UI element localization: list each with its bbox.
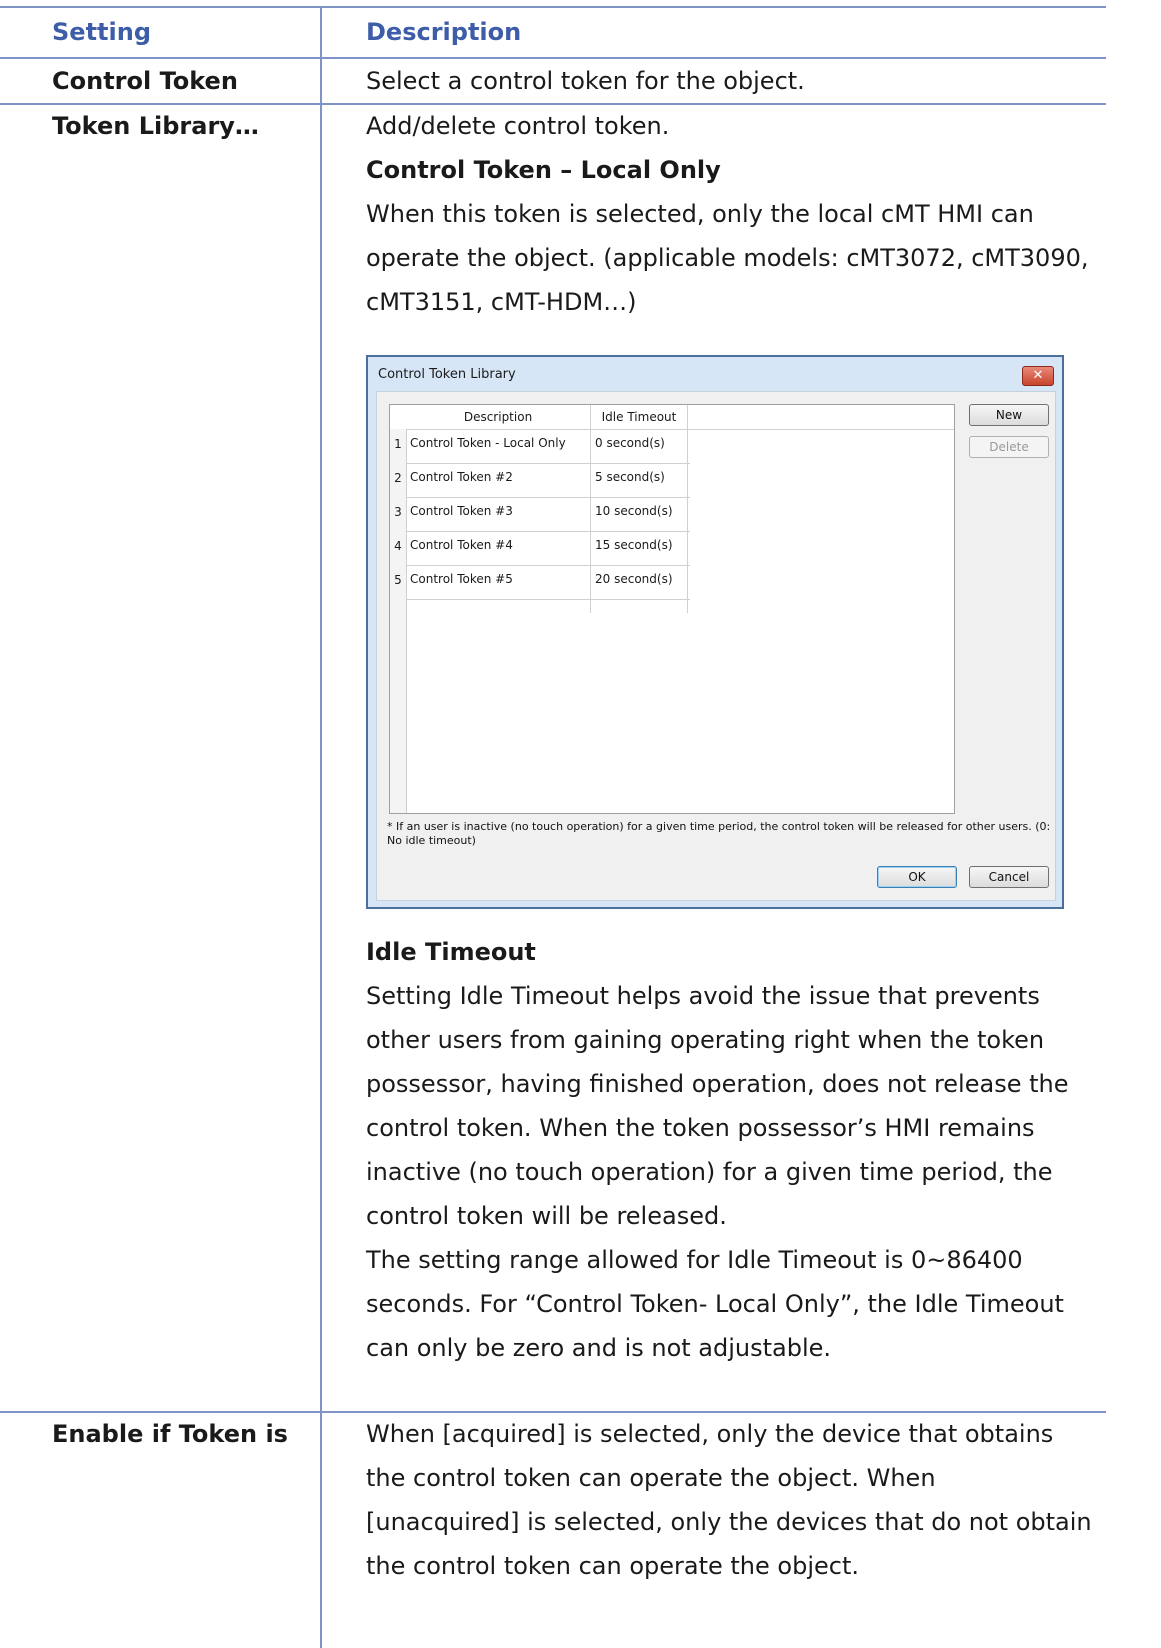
close-icon[interactable]: ✕: [1022, 366, 1054, 386]
description-control-token: Select a control token for the object.: [366, 67, 805, 95]
grid-column-line: [687, 405, 688, 613]
column-header-idle-timeout: Idle Timeout: [591, 405, 687, 430]
token-description[interactable]: Control Token #4: [410, 538, 513, 552]
token-timeout[interactable]: 0 second(s): [595, 436, 665, 450]
token-timeout[interactable]: 15 second(s): [595, 538, 673, 552]
dialog-body: Description Idle Timeout 1 Control Token…: [376, 391, 1056, 901]
row-number: 4: [394, 539, 402, 553]
new-button[interactable]: New: [969, 404, 1049, 426]
dialog-note: * If an user is inactive (no touch opera…: [387, 820, 1051, 847]
control-token-library-dialog: Control Token Library ✕ Description Idle…: [366, 355, 1064, 909]
grid-row-line: [406, 531, 690, 532]
paragraph-idle-timeout: Setting Idle Timeout helps avoid the iss…: [366, 982, 1069, 1230]
grid-row-line: [406, 565, 690, 566]
dialog-title: Control Token Library: [378, 367, 516, 382]
row-number: 3: [394, 505, 402, 519]
row-number: 2: [394, 471, 402, 485]
subheading-idle-timeout: Idle Timeout: [366, 938, 536, 966]
row-number: 5: [394, 573, 402, 587]
paragraph-local-only: When this token is selected, only the lo…: [366, 200, 1089, 316]
token-description[interactable]: Control Token #3: [410, 504, 513, 518]
token-timeout[interactable]: 10 second(s): [595, 504, 673, 518]
grid-row-line: [406, 599, 690, 600]
row-number-column: [390, 429, 407, 813]
table-top-border: [0, 6, 1106, 8]
grid-row-line: [406, 463, 690, 464]
row-number: 1: [394, 437, 402, 451]
description-token-library-bottom: Idle Timeout Setting Idle Timeout helps …: [366, 930, 1096, 1370]
column-header-empty: [688, 405, 954, 430]
token-timeout[interactable]: 5 second(s): [595, 470, 665, 484]
ok-button[interactable]: OK: [877, 866, 957, 888]
grid-column-line: [590, 405, 591, 613]
token-description[interactable]: Control Token #5: [410, 572, 513, 586]
setting-control-token: Control Token: [52, 67, 238, 95]
token-timeout[interactable]: 20 second(s): [595, 572, 673, 586]
description-token-library-top: Add/delete control token. Control Token …: [366, 104, 1096, 324]
header-setting: Setting: [52, 18, 151, 46]
column-header-description: Description: [406, 405, 590, 430]
grid-row-line: [406, 497, 690, 498]
token-description[interactable]: Control Token - Local Only: [410, 436, 566, 450]
description-enable-if-token: When [acquired] is selected, only the de…: [366, 1420, 1092, 1580]
subheading-local-only: Control Token – Local Only: [366, 156, 721, 184]
column-divider: [320, 6, 322, 1648]
paragraph-range: The setting range allowed for Idle Timeo…: [366, 1246, 1064, 1362]
cancel-button[interactable]: Cancel: [969, 866, 1049, 888]
header-description: Description: [366, 18, 522, 46]
token-grid: Description Idle Timeout 1 Control Token…: [389, 404, 955, 814]
token-description[interactable]: Control Token #2: [410, 470, 513, 484]
token-library-line: Add/delete control token.: [366, 112, 670, 140]
delete-button[interactable]: Delete: [969, 436, 1049, 458]
setting-enable-if-token: Enable if Token is: [52, 1420, 288, 1448]
setting-token-library: Token Library…: [52, 112, 259, 140]
